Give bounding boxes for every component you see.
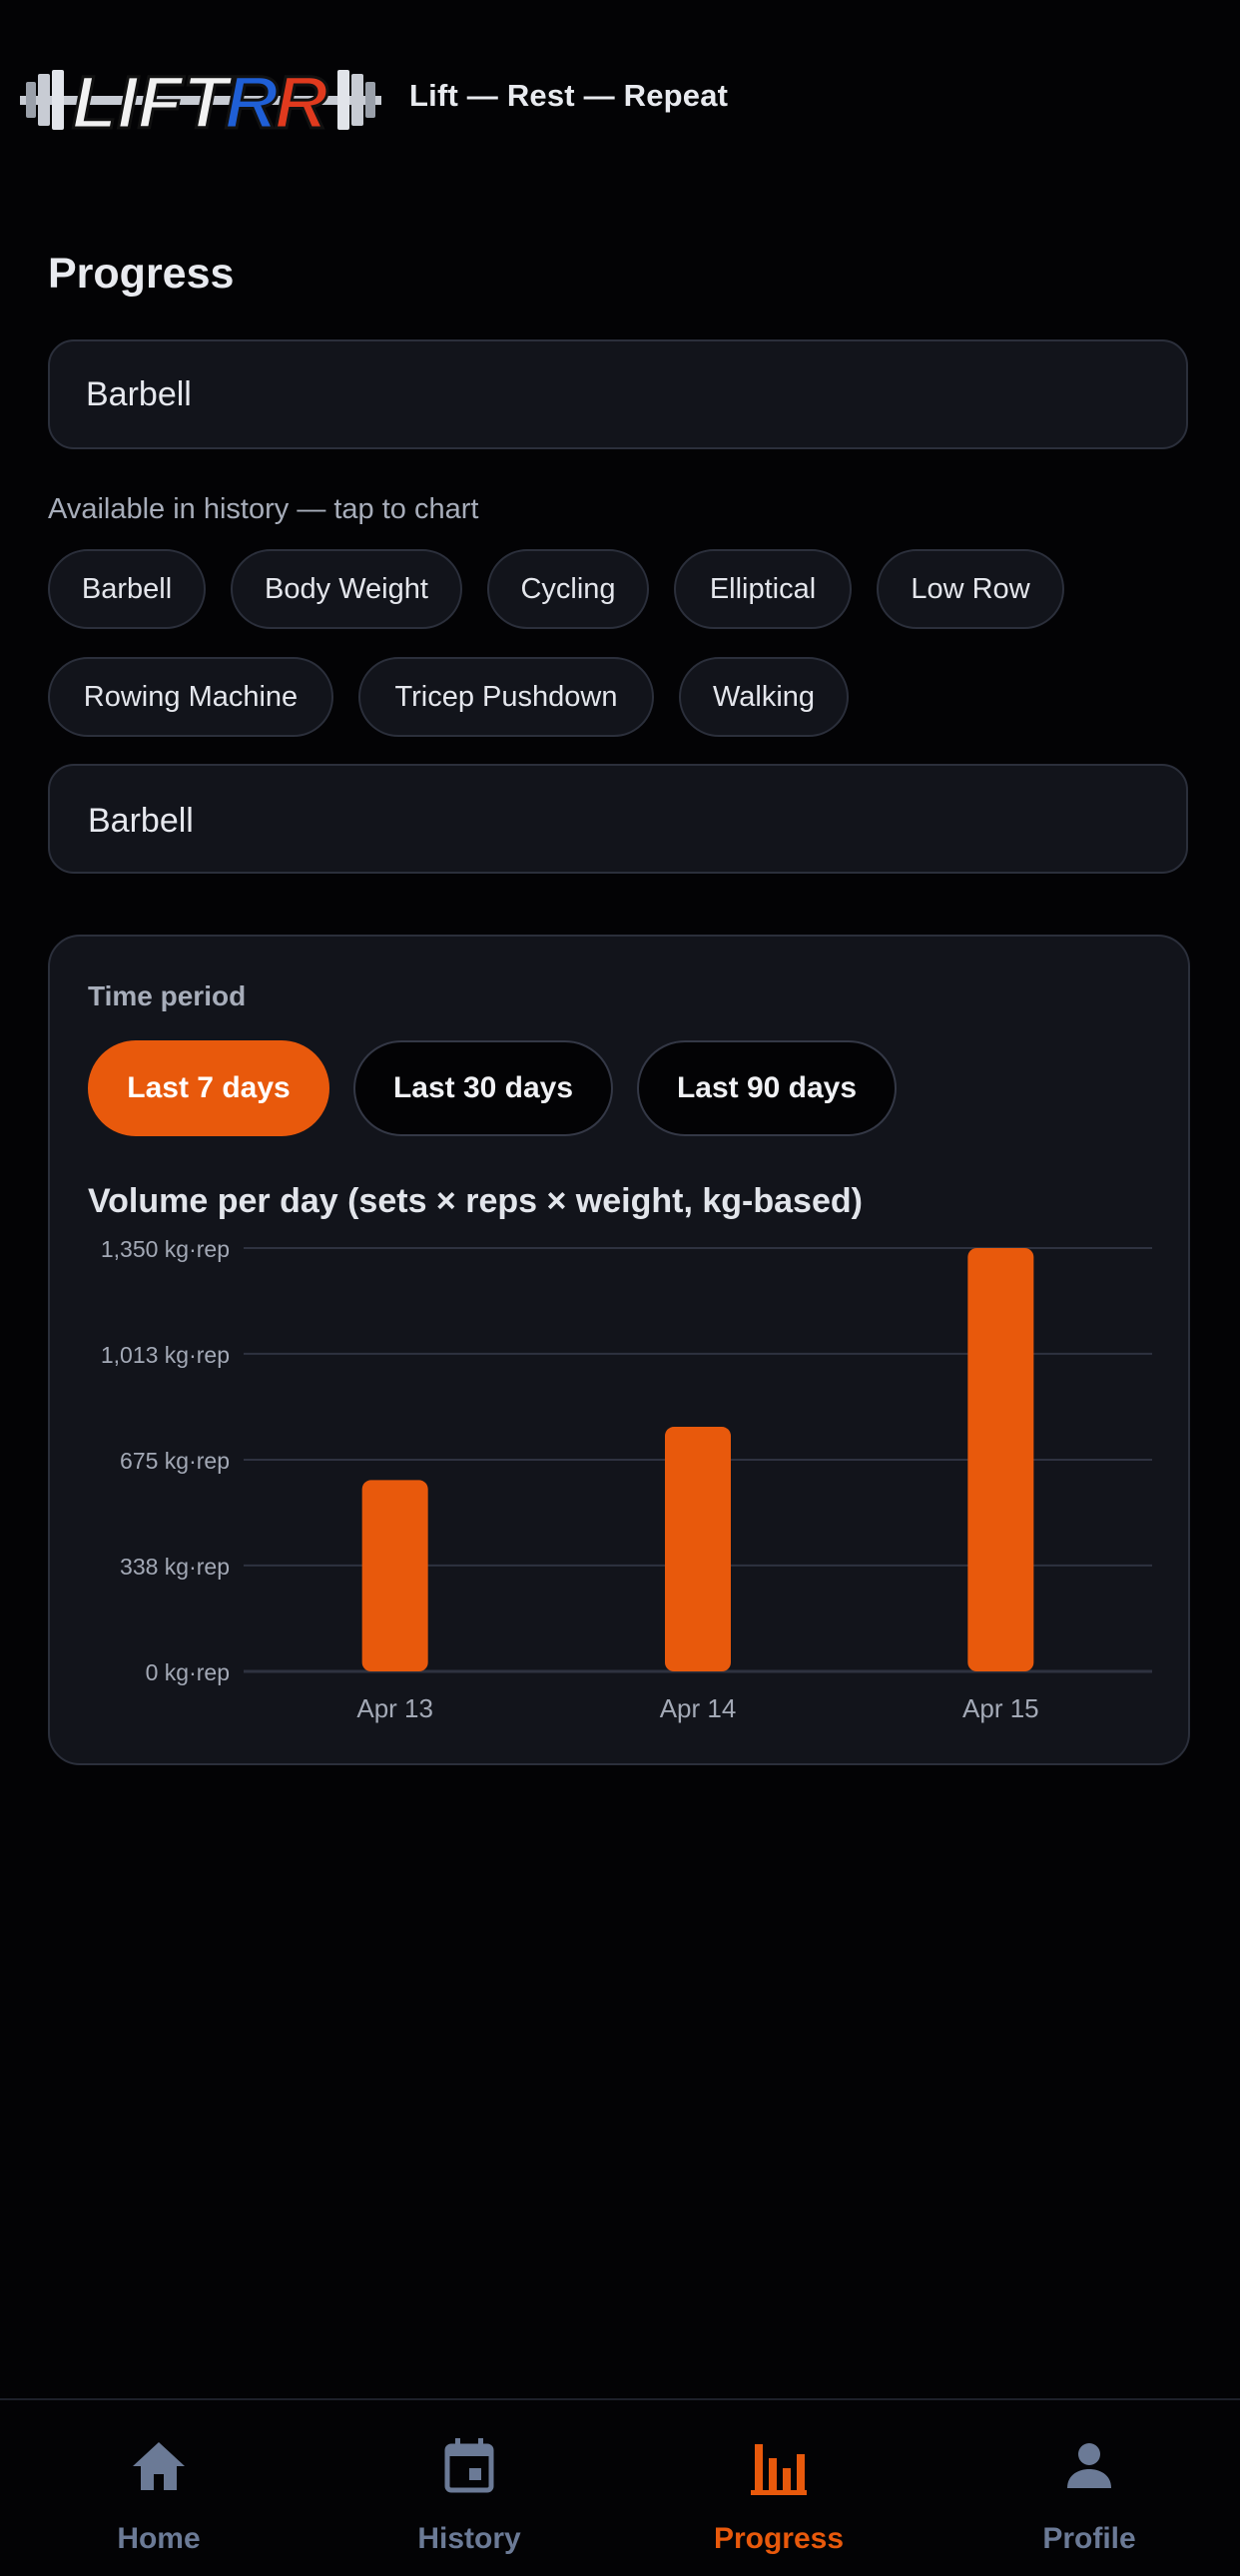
y-tick-label: 1,350 kg·rep: [101, 1236, 230, 1262]
y-tick-label: 0 kg·rep: [146, 1659, 230, 1685]
liftrr-logo: LIFT R R: [20, 54, 381, 146]
person-icon: [1067, 2443, 1111, 2488]
chip-body-weight[interactable]: Body Weight: [231, 549, 462, 629]
chip-low-row[interactable]: Low Row: [877, 549, 1064, 629]
home-icon: [133, 2442, 185, 2490]
selected-exercise-value: Barbell: [88, 802, 194, 840]
selected-exercise-field[interactable]: Barbell: [48, 764, 1188, 874]
x-tick-label: Apr 14: [660, 1693, 737, 1723]
chip-rowing-machine[interactable]: Rowing Machine: [48, 657, 333, 737]
app-header: LIFT R R Lift — Rest — Repeat: [0, 0, 1240, 200]
svg-text:R: R: [225, 61, 278, 144]
bar[interactable]: [361, 1480, 428, 1671]
bar[interactable]: [967, 1248, 1034, 1671]
chip-tricep-pushdown[interactable]: Tricep Pushdown: [358, 657, 654, 737]
y-tick-label: 675 kg·rep: [120, 1448, 230, 1474]
nav-profile[interactable]: Profile: [934, 2400, 1240, 2576]
calendar-icon: [444, 2438, 494, 2493]
nav-home-label: Home: [117, 2522, 201, 2555]
x-tick-label: Apr 13: [356, 1693, 433, 1723]
volume-bar-chart: 0 kg·rep 338 kg·rep 675 kg·rep 1,013 kg·rep…: [101, 1236, 1152, 1723]
chip-walking[interactable]: Walking: [679, 657, 849, 737]
bar-chart-icon: [751, 2444, 807, 2495]
nav-history[interactable]: History: [314, 2400, 624, 2576]
bar[interactable]: [665, 1427, 731, 1671]
x-tick-label: Apr 15: [962, 1693, 1039, 1723]
svg-text:R: R: [275, 61, 327, 144]
y-tick-label: 338 kg·rep: [120, 1554, 230, 1580]
nav-progress[interactable]: Progress: [624, 2400, 933, 2576]
y-tick-label: 1,013 kg·rep: [101, 1342, 230, 1368]
chart-card: Time period Last 7 days Last 30 days Las…: [48, 935, 1190, 1765]
chip-elliptical[interactable]: Elliptical: [674, 549, 852, 629]
svg-text:LIFT: LIFT: [72, 61, 234, 144]
nav-history-label: History: [417, 2522, 521, 2555]
nav-profile-label: Profile: [1042, 2522, 1136, 2555]
page-title: Progress: [48, 250, 235, 298]
app-tagline: Lift — Rest — Repeat: [409, 78, 729, 113]
history-hint: Available in history — tap to chart: [48, 493, 479, 525]
chip-barbell[interactable]: Barbell: [48, 549, 206, 629]
nav-progress-label: Progress: [713, 2522, 845, 2555]
app-screen: LIFT R R Lift — Rest — Repeat Progress A…: [0, 0, 1240, 2576]
nav-home[interactable]: Home: [4, 2400, 313, 2576]
chip-cycling[interactable]: Cycling: [487, 549, 649, 629]
exercise-search-field[interactable]: [48, 339, 1188, 449]
exercise-search-input[interactable]: [50, 341, 1186, 447]
bottom-navigation: Home History Progress Profile: [0, 2398, 1240, 2576]
